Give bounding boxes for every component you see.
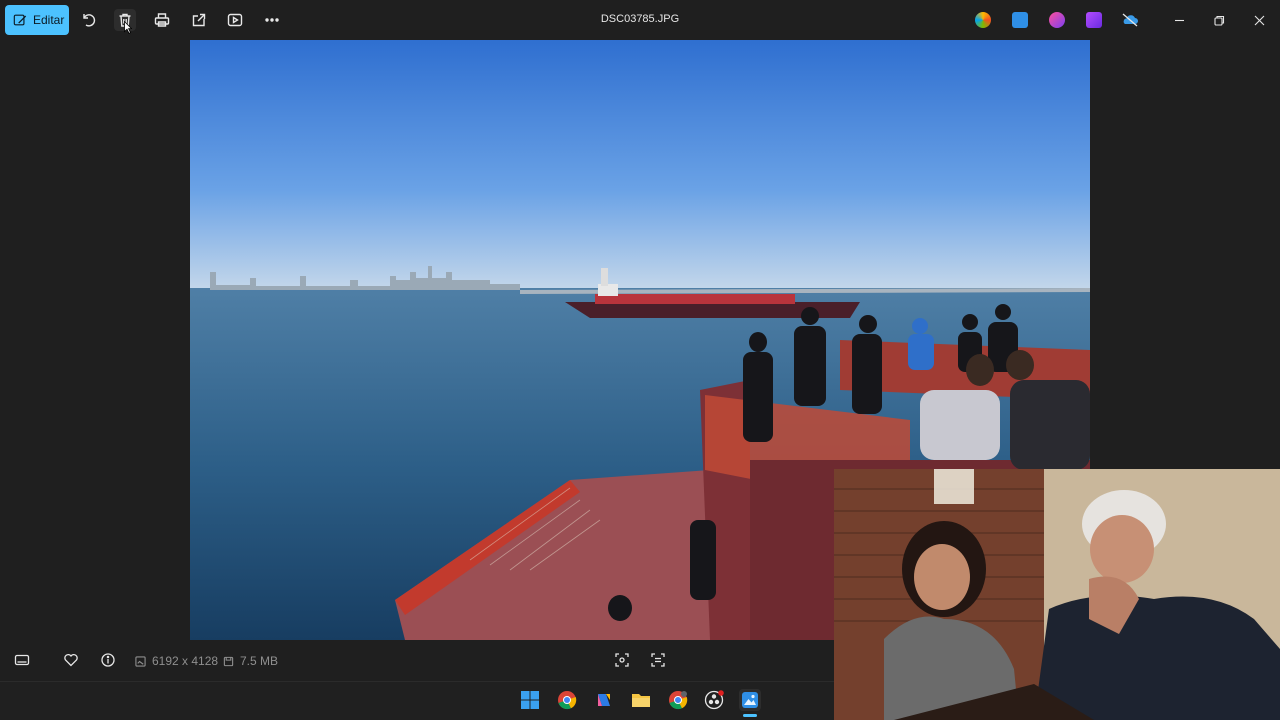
file-size: 7.5 MB <box>223 654 278 668</box>
folder-icon <box>632 694 650 707</box>
rotate-button[interactable] <box>78 9 100 31</box>
photos-app-icon <box>742 692 758 708</box>
print-button[interactable] <box>151 9 173 31</box>
designer-icon[interactable] <box>1049 12 1065 28</box>
chrome-profile-icon <box>669 691 688 710</box>
top-toolbar: Editar DSC03785.JPG <box>0 0 1280 40</box>
copilot-taskbar-icon <box>598 694 610 706</box>
restore-icon <box>1213 15 1224 26</box>
scan-text-icon <box>651 653 665 667</box>
taskbar-obs[interactable] <box>703 689 725 711</box>
filmstrip-icon <box>14 654 30 666</box>
windows-logo-icon <box>521 691 539 709</box>
slideshow-icon <box>227 13 243 27</box>
file-info-button[interactable] <box>100 652 116 668</box>
photos-editor-icon[interactable] <box>1012 12 1028 28</box>
rotate-icon <box>83 14 96 27</box>
taskbar-chrome-profile[interactable] <box>667 689 689 711</box>
edit-button[interactable]: Editar <box>5 5 69 35</box>
info-icon <box>101 653 115 667</box>
close-icon <box>1254 15 1264 25</box>
taskbar-copilot[interactable] <box>593 689 615 711</box>
close-button[interactable] <box>1249 10 1269 30</box>
onedrive-icon[interactable] <box>1121 12 1138 28</box>
filmstrip-toggle-button[interactable] <box>14 652 30 668</box>
more-icon <box>265 18 279 22</box>
file-name-title: DSC03785.JPG <box>600 13 680 25</box>
share-button[interactable] <box>188 9 210 31</box>
obs-icon <box>704 690 724 710</box>
minimize-button[interactable] <box>1169 10 1189 30</box>
slideshow-button[interactable] <box>224 9 246 31</box>
minimize-icon <box>1174 19 1184 21</box>
taskbar-photos[interactable] <box>739 689 761 711</box>
edit-image-icon <box>13 14 27 26</box>
clipchamp-icon[interactable] <box>1086 12 1102 28</box>
more-options-button[interactable] <box>261 9 283 31</box>
image-dimensions: 6192 x 4128 <box>135 654 218 668</box>
restore-button[interactable] <box>1209 10 1229 30</box>
fit-to-window-icon <box>615 653 629 667</box>
zoom-fit-button[interactable] <box>614 652 630 668</box>
dimensions-icon <box>135 655 146 667</box>
image-dimensions-value: 6192 x 4128 <box>152 654 219 668</box>
taskbar-file-explorer[interactable] <box>630 689 652 711</box>
start-button[interactable] <box>519 689 541 711</box>
favorite-button[interactable] <box>63 652 79 668</box>
webcam-overlay <box>834 469 1280 720</box>
chrome-icon <box>558 691 577 710</box>
edit-button-label: Editar <box>33 13 65 27</box>
heart-icon <box>64 653 78 667</box>
taskbar-active-indicator <box>743 714 757 717</box>
copilot-icon[interactable] <box>975 12 991 28</box>
storage-icon <box>223 656 234 666</box>
taskbar-chrome[interactable] <box>556 689 578 711</box>
file-size-value: 7.5 MB <box>240 654 279 668</box>
visual-search-button[interactable] <box>650 652 666 668</box>
share-icon <box>192 13 206 27</box>
mouse-cursor-icon <box>124 21 132 34</box>
print-icon <box>154 13 170 27</box>
